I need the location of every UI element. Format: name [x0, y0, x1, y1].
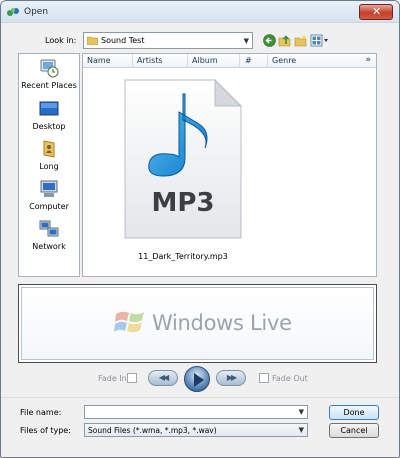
column-divider[interactable] — [187, 54, 188, 68]
close-button[interactable]: ✕ — [359, 4, 393, 20]
new-folder-icon[interactable] — [294, 34, 307, 47]
chevron-down-icon: ▼ — [243, 37, 249, 45]
fade-out-checkbox[interactable] — [259, 373, 269, 383]
place-label: Recent Places — [21, 81, 77, 90]
column-divider[interactable] — [239, 54, 240, 68]
filetype-dropdown[interactable]: Sound Files (*.wma, *.mp3, *.wav) ▼ — [84, 423, 308, 437]
network-icon — [39, 220, 59, 237]
lookin-dropdown[interactable]: Sound Test ▼ — [83, 32, 253, 49]
place-desktop[interactable]: Desktop — [19, 98, 79, 131]
column-headers: Name Artists Album # Genre » — [83, 54, 376, 68]
play-button[interactable] — [184, 366, 210, 392]
desktop-icon — [39, 101, 59, 116]
computer-icon — [40, 180, 58, 197]
windows-logo-icon — [114, 311, 144, 333]
window-title: Open — [24, 7, 49, 17]
file-list: Name Artists Album # Genre » MP3 11_Dark… — [82, 53, 377, 277]
close-icon: ✕ — [372, 5, 382, 18]
place-long[interactable]: Long — [19, 138, 79, 171]
divider — [1, 397, 399, 398]
column-header-genre[interactable]: Genre — [272, 56, 296, 65]
column-header-name[interactable]: Name — [87, 56, 111, 65]
recent-places-icon — [40, 59, 59, 78]
place-label: Long — [39, 162, 59, 171]
filename-label: File name: — [20, 408, 62, 417]
up-folder-icon[interactable] — [278, 34, 291, 47]
preview-area: Windows Live — [21, 287, 374, 360]
column-divider[interactable] — [132, 54, 133, 68]
place-label: Network — [32, 242, 66, 251]
place-recent-places[interactable]: Recent Places — [19, 57, 79, 90]
file-item[interactable]: MP3 11_Dark_Territory.mp3 — [113, 76, 253, 261]
playback-controls: Fade In ◀◀ ▶▶ Fade Out — [1, 366, 399, 392]
forward-button[interactable]: ▶▶ — [216, 370, 246, 386]
fade-out-label: Fade Out — [272, 374, 308, 383]
title-bar[interactable]: Open ✕ — [1, 1, 399, 23]
column-header-artists[interactable]: Artists — [137, 56, 163, 65]
column-divider[interactable] — [267, 54, 268, 68]
app-icon — [7, 8, 19, 16]
filename-input[interactable]: ▼ — [84, 405, 308, 419]
chevron-down-icon[interactable]: ▼ — [299, 408, 304, 416]
column-header-track[interactable]: # — [245, 56, 252, 65]
chevron-down-icon: ▼ — [298, 426, 304, 434]
more-columns-icon[interactable]: » — [365, 55, 371, 65]
place-computer[interactable]: Computer — [19, 178, 79, 211]
cancel-button[interactable]: Cancel — [329, 423, 379, 438]
lookin-label: Look in: — [45, 36, 77, 45]
place-label: Desktop — [32, 122, 66, 131]
filetype-label: Files of type: — [20, 426, 71, 435]
lookin-value: Sound Test — [101, 36, 145, 45]
column-header-album[interactable]: Album — [192, 56, 218, 65]
place-label: Computer — [29, 202, 69, 211]
views-icon[interactable] — [310, 34, 329, 47]
mp3-file-icon — [124, 78, 243, 239]
play-icon — [194, 373, 204, 387]
windows-live-brand: Windows Live — [152, 311, 292, 335]
filetype-value: Sound Files (*.wma, *.mp3, *.wav) — [88, 426, 217, 435]
open-dialog: Open ✕ Look in: Sound Test ▼ Recent Plac… — [0, 0, 400, 458]
file-badge: MP3 — [151, 188, 215, 218]
back-icon[interactable] — [263, 34, 276, 47]
done-button[interactable]: Done — [329, 405, 379, 420]
preview-pane: Windows Live — [18, 284, 377, 363]
folder-icon — [87, 36, 98, 45]
places-bar: Recent Places Desktop Long Computer Netw… — [18, 53, 80, 277]
fade-in-checkbox[interactable] — [127, 373, 137, 383]
rewind-button[interactable]: ◀◀ — [148, 370, 178, 386]
place-network[interactable]: Network — [19, 218, 79, 251]
user-folder-icon — [43, 140, 55, 158]
fade-in-label: Fade In — [98, 374, 127, 383]
file-name: 11_Dark_Territory.mp3 — [138, 252, 228, 261]
